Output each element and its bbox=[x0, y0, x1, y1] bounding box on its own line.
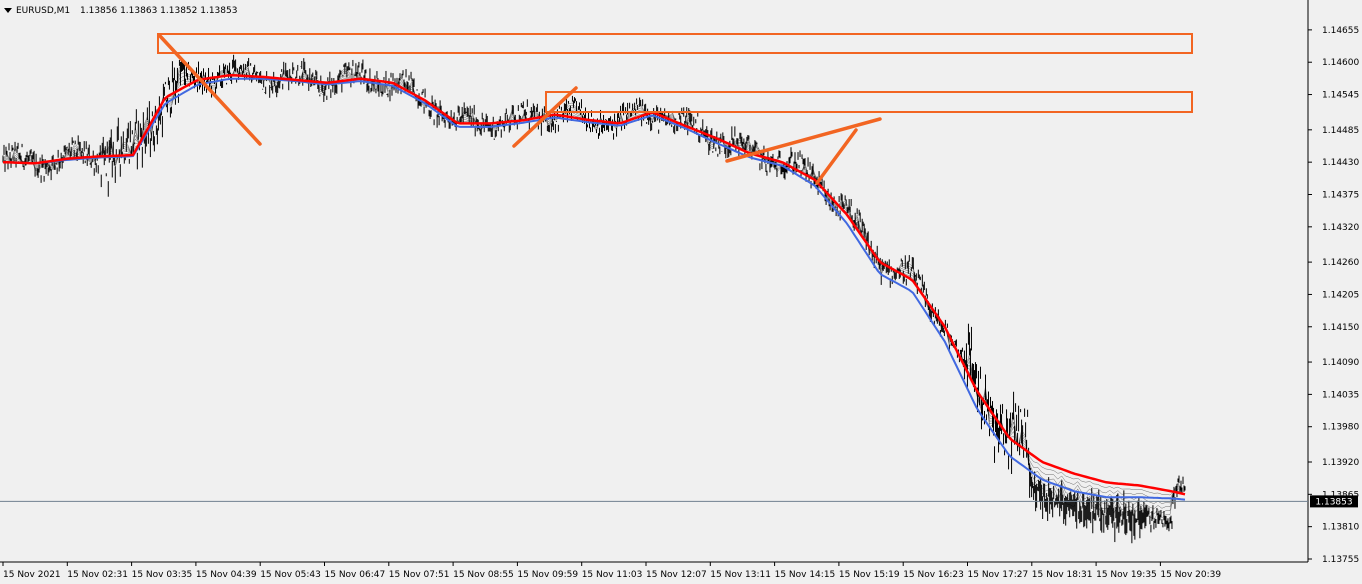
price-tick-label: 1.14320 bbox=[1322, 223, 1359, 233]
price-tick-label: 1.14375 bbox=[1322, 190, 1359, 200]
price-tick-label: 1.14485 bbox=[1322, 126, 1359, 136]
price-tick-label: 1.14545 bbox=[1322, 91, 1359, 101]
price-tick-label: 1.13810 bbox=[1322, 523, 1359, 533]
price-tick-label: 1.14035 bbox=[1322, 390, 1359, 400]
price-tick-label: 1.14600 bbox=[1322, 58, 1359, 68]
price-tick-label: 1.13980 bbox=[1322, 423, 1359, 433]
price-tick-label: 1.14150 bbox=[1322, 323, 1359, 333]
price-tick-label: 1.14205 bbox=[1322, 290, 1359, 300]
price-tick-label: 1.14655 bbox=[1322, 26, 1359, 36]
time-tick-label: 15 Nov 04:39 bbox=[196, 570, 257, 580]
chart-canvas[interactable]: EURUSD,M1 1.13856 1.13863 1.13852 1.1385… bbox=[0, 0, 1362, 584]
time-tick-label: 15 Nov 12:07 bbox=[646, 570, 707, 580]
time-tick-label: 15 Nov 02:31 bbox=[67, 570, 128, 580]
time-tick-label: 15 Nov 20:39 bbox=[1160, 570, 1221, 580]
current-price-value: 1.13853 bbox=[1315, 497, 1352, 507]
time-tick-label: 15 Nov 03:35 bbox=[132, 570, 193, 580]
time-tick-label: 15 Nov 08:55 bbox=[453, 570, 514, 580]
time-tick-label: 15 Nov 07:51 bbox=[389, 570, 450, 580]
time-tick-label: 15 Nov 06:47 bbox=[325, 570, 386, 580]
price-tick-label: 1.14260 bbox=[1322, 258, 1359, 268]
time-tick-label: 15 Nov 11:03 bbox=[582, 570, 643, 580]
time-tick-label: 15 Nov 19:35 bbox=[1096, 570, 1157, 580]
price-tick-label: 1.14090 bbox=[1322, 358, 1359, 368]
chart-header: EURUSD,M1 1.13856 1.13863 1.13852 1.1385… bbox=[4, 6, 237, 16]
time-tick-label: 15 Nov 16:23 bbox=[903, 570, 964, 580]
time-tick-label: 15 Nov 13:11 bbox=[710, 570, 771, 580]
time-tick-label: 15 Nov 18:31 bbox=[1032, 570, 1093, 580]
time-tick-label: 15 Nov 05:43 bbox=[260, 570, 321, 580]
time-tick-label: 15 Nov 14:15 bbox=[775, 570, 836, 580]
time-tick-label: 15 Nov 15:19 bbox=[839, 570, 900, 580]
time-tick-label: 15 Nov 17:27 bbox=[968, 570, 1029, 580]
ohlc-values: 1.13856 1.13863 1.13852 1.13853 bbox=[80, 6, 237, 16]
price-tick-label: 1.14430 bbox=[1322, 158, 1359, 168]
price-tick-label: 1.13920 bbox=[1322, 458, 1359, 468]
price-tick-label: 1.13755 bbox=[1322, 555, 1359, 565]
time-tick-label: 15 Nov 09:59 bbox=[517, 570, 578, 580]
time-tick-label: 15 Nov 2021 bbox=[3, 570, 61, 580]
symbol-label: EURUSD,M1 bbox=[16, 6, 70, 16]
